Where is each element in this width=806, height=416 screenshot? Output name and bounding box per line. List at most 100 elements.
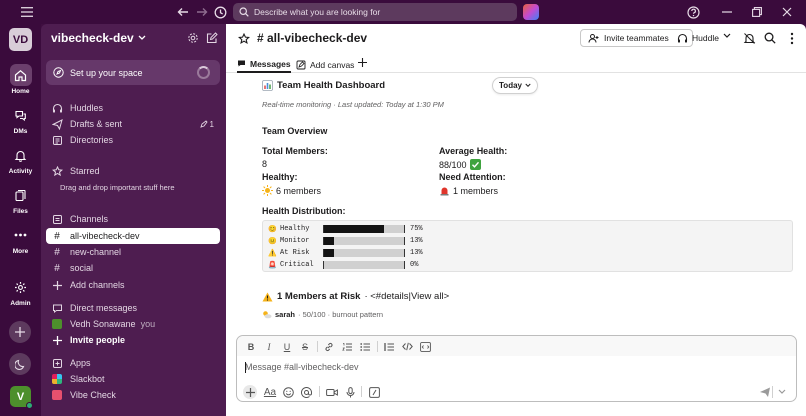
- emoji-icon[interactable]: [281, 385, 295, 399]
- workspace-avatar[interactable]: VD: [9, 28, 32, 51]
- app-slackbot[interactable]: Slackbot: [46, 371, 220, 387]
- drafts-count: 1: [209, 119, 214, 129]
- app-label: Slackbot: [70, 374, 105, 384]
- plus-icon: [51, 335, 63, 345]
- setup-space-banner[interactable]: Set up your space: [46, 60, 220, 85]
- ordered-list-icon[interactable]: [341, 341, 353, 352]
- section-starred[interactable]: Starred: [46, 163, 220, 179]
- workspace-name-menu[interactable]: vibecheck-dev: [51, 31, 146, 45]
- forward-arrow-icon[interactable]: [195, 5, 209, 19]
- distribution-row: 🚨 Critical 0%: [268, 260, 418, 270]
- sidebar-channel-all-vibecheck-dev[interactable]: # all-vibecheck-dev: [46, 228, 220, 244]
- risk-user-name[interactable]: sarah: [275, 310, 295, 319]
- search-icon[interactable]: [763, 31, 777, 45]
- rail-home[interactable]: Home: [0, 64, 41, 95]
- star-icon[interactable]: [237, 32, 250, 45]
- chevron-down-icon[interactable]: [777, 387, 787, 397]
- toolbar-separator: [361, 386, 362, 397]
- rail-activity[interactable]: Activity: [0, 144, 41, 175]
- channels-icon: [51, 214, 63, 225]
- rail-dms[interactable]: DMs: [0, 104, 41, 135]
- distribution-bar: [323, 261, 405, 269]
- formatting-toolbar: B I U S: [237, 336, 796, 356]
- distribution-name: Monitor: [280, 237, 310, 245]
- blockquote-icon[interactable]: [383, 341, 395, 352]
- section-channels[interactable]: Channels: [46, 211, 220, 227]
- strikethrough-icon[interactable]: S: [299, 341, 311, 352]
- slash-command-icon[interactable]: [367, 385, 381, 399]
- add-workspace-button[interactable]: [9, 321, 31, 343]
- tab-add-canvas[interactable]: Add canvas: [296, 56, 354, 73]
- channel-view: # all-vibecheck-dev Invite teammates Hud…: [226, 24, 806, 416]
- close-icon[interactable]: [780, 5, 794, 19]
- sidebar-item-huddles[interactable]: Huddles: [46, 100, 220, 116]
- rail-files[interactable]: Files: [0, 184, 41, 215]
- invite-people-button[interactable]: Invite people: [46, 332, 220, 348]
- bold-icon[interactable]: B: [245, 341, 257, 352]
- code-icon[interactable]: [401, 341, 413, 352]
- rail-home-label: Home: [11, 88, 30, 95]
- sidebar-channel-social[interactable]: # social: [46, 260, 220, 276]
- bullet-list-icon[interactable]: [359, 341, 371, 352]
- channel-sidebar: vibecheck-dev Set up your space Huddles …: [41, 24, 226, 416]
- italic-icon[interactable]: I: [263, 341, 275, 352]
- sidebar-label-directories: Directories: [70, 135, 114, 145]
- view-all-link[interactable]: · <#details|View all>: [364, 291, 449, 302]
- microphone-icon[interactable]: [343, 385, 357, 399]
- compose-icon[interactable]: [205, 31, 219, 45]
- workspace-rail: VD Home DMs Activity Files More Admin V: [0, 24, 41, 416]
- minimize-icon[interactable]: [720, 5, 734, 19]
- chevron-down-icon[interactable]: [723, 33, 731, 39]
- chevron-down-icon: [525, 83, 531, 88]
- hash-icon: #: [54, 246, 60, 258]
- vibe-check-icon: [51, 390, 63, 400]
- link-icon[interactable]: [323, 341, 335, 352]
- total-members-value: 8: [262, 159, 268, 169]
- message-input[interactable]: Message #all-vibecheck-dev: [245, 362, 359, 372]
- back-arrow-icon[interactable]: [176, 5, 190, 19]
- headphones-icon: [677, 33, 688, 44]
- more-vertical-icon[interactable]: [785, 31, 799, 45]
- app-label: Vibe Check: [70, 390, 116, 400]
- tab-messages[interactable]: Messages: [237, 56, 291, 73]
- distribution-bar: [323, 225, 405, 233]
- code-block-icon[interactable]: [419, 341, 431, 352]
- mention-icon[interactable]: [299, 385, 313, 399]
- distribution-percent: 13%: [410, 249, 423, 257]
- tab-add-canvas-label: Add canvas: [310, 59, 355, 70]
- attach-plus-icon[interactable]: [243, 385, 257, 399]
- settings-icon[interactable]: [186, 31, 200, 45]
- bar-chart-icon: [262, 80, 273, 91]
- history-clock-icon[interactable]: [213, 5, 227, 19]
- text-format-icon[interactable]: Aa: [263, 385, 277, 399]
- sidebar-channel-new-channel[interactable]: # new-channel: [46, 244, 220, 260]
- hamburger-menu-icon[interactable]: [20, 6, 34, 18]
- toolbar-separator: [319, 386, 320, 397]
- section-direct-messages[interactable]: Direct messages: [46, 300, 220, 316]
- underline-icon[interactable]: U: [281, 341, 293, 352]
- channel-label: all-vibecheck-dev: [70, 231, 140, 241]
- dm-vedh-sonawane[interactable]: Vedh Sonawane you: [46, 316, 220, 332]
- notification-settings-icon[interactable]: [742, 31, 756, 45]
- restore-window-icon[interactable]: [750, 5, 764, 19]
- sidebar-item-directories[interactable]: Directories: [46, 132, 220, 148]
- plus-icon: [358, 58, 367, 67]
- date-divider-today[interactable]: Today: [492, 77, 538, 94]
- add-channels-button[interactable]: Add channels: [46, 277, 220, 293]
- theme-toggle-button[interactable]: [9, 353, 31, 375]
- rail-admin[interactable]: Admin: [0, 276, 41, 307]
- app-vibe-check[interactable]: Vibe Check: [46, 387, 220, 403]
- health-distribution-block: 😊 Healthy 75% 😐 Monitor 13% ⚠️ At Risk 1…: [262, 220, 793, 272]
- channel-title[interactable]: # all-vibecheck-dev: [257, 31, 367, 45]
- search-bar[interactable]: Describe what you are looking for: [233, 3, 517, 21]
- files-icon: [14, 189, 27, 202]
- send-icon[interactable]: [758, 385, 772, 399]
- help-icon[interactable]: [686, 5, 700, 19]
- section-apps[interactable]: Apps: [46, 355, 220, 371]
- sidebar-item-drafts[interactable]: Drafts & sent 1: [46, 116, 220, 132]
- rail-more[interactable]: More: [0, 224, 41, 255]
- video-icon[interactable]: [325, 385, 339, 399]
- ai-assistant-icon[interactable]: [523, 4, 539, 20]
- dm-you-label: you: [140, 319, 156, 329]
- add-tab-button[interactable]: [358, 54, 371, 71]
